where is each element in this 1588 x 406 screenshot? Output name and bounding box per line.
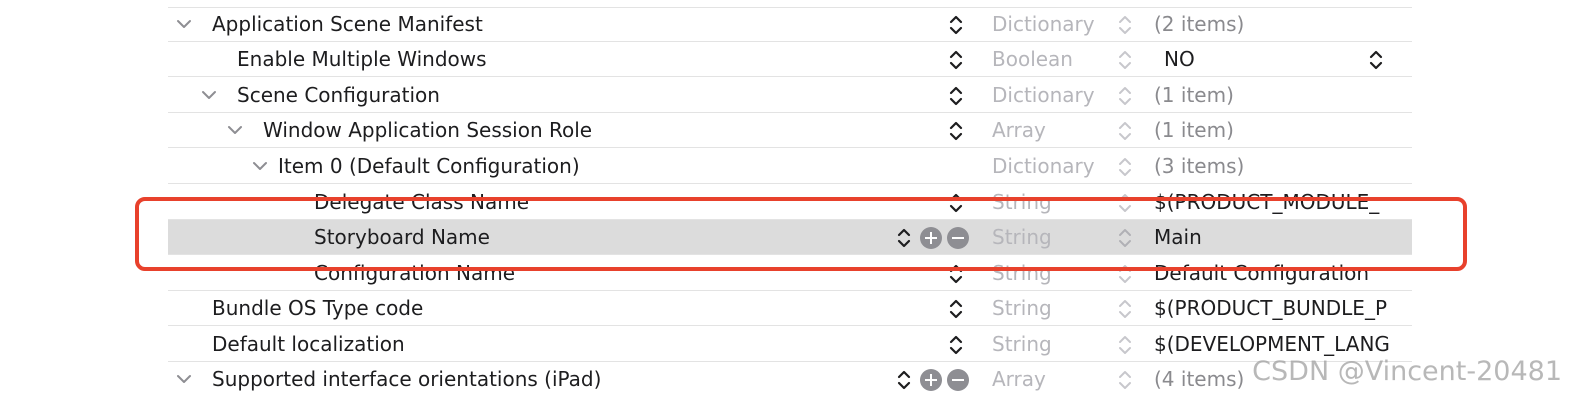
up-down-stepper-icon[interactable] (949, 192, 963, 214)
table-row-window-application-session-role[interactable]: Window Application Session Role Array (1… (168, 113, 1412, 148)
minus-circle-icon[interactable] (947, 369, 969, 391)
up-down-stepper-icon[interactable] (949, 120, 963, 142)
type-stepper-icon[interactable] (1118, 227, 1132, 249)
chevron-down-icon[interactable] (175, 15, 193, 33)
row-key[interactable]: Bundle OS Type code (212, 291, 423, 326)
type-stepper-icon[interactable] (1118, 14, 1132, 36)
up-down-stepper-icon[interactable] (897, 369, 911, 391)
up-down-stepper-icon[interactable] (897, 227, 911, 249)
type-stepper-icon[interactable] (1118, 263, 1132, 285)
row-type: String (992, 332, 1052, 356)
row-key[interactable]: Default localization (212, 327, 405, 362)
row-value[interactable]: $(PRODUCT_MODULE_ (1154, 185, 1402, 220)
type-stepper-icon[interactable] (1118, 49, 1132, 71)
type-stepper-icon[interactable] (1118, 334, 1132, 356)
up-down-stepper-icon[interactable] (1369, 49, 1383, 71)
row-type: Dictionary (992, 12, 1095, 36)
plist-editor: Application Scene Manifest Dictionary (2… (0, 0, 1588, 406)
type-stepper-icon[interactable] (1118, 156, 1132, 178)
row-type: Array (992, 367, 1046, 391)
row-type: String (992, 190, 1052, 214)
row-value[interactable]: Main (1154, 220, 1402, 255)
table-row-item-0[interactable]: Item 0 (Default Configuration) Dictionar… (168, 149, 1412, 184)
type-stepper-icon[interactable] (1118, 369, 1132, 391)
property-list-table: Application Scene Manifest Dictionary (2… (168, 0, 1412, 406)
row-key[interactable]: Scene Configuration (237, 78, 440, 113)
plus-circle-icon[interactable] (920, 369, 942, 391)
row-type: Array (992, 118, 1046, 142)
table-row-enable-multiple-windows[interactable]: Enable Multiple Windows Boolean NO (168, 42, 1412, 77)
up-down-stepper-icon[interactable] (949, 263, 963, 285)
row-key[interactable]: Application Scene Manifest (212, 7, 483, 42)
type-stepper-icon[interactable] (1118, 192, 1132, 214)
type-stepper-icon[interactable] (1118, 298, 1132, 320)
chevron-down-icon[interactable] (226, 121, 244, 139)
up-down-stepper-icon[interactable] (949, 14, 963, 36)
row-type: String (992, 296, 1052, 320)
table-row-bundle-os-type-code[interactable]: Bundle OS Type code String $(PRODUCT_BUN… (168, 291, 1412, 326)
row-value: (1 item) (1154, 118, 1234, 142)
row-value: (3 items) (1154, 154, 1245, 178)
row-key[interactable]: Supported interface orientations (iPad) (212, 362, 601, 397)
row-key[interactable]: Storyboard Name (314, 220, 490, 255)
minus-circle-icon[interactable] (947, 227, 969, 249)
up-down-stepper-icon[interactable] (949, 334, 963, 356)
row-key[interactable]: Window Application Session Role (263, 113, 592, 148)
chevron-down-icon[interactable] (200, 86, 218, 104)
row-type: Boolean (992, 47, 1073, 71)
table-row-storyboard-name[interactable]: Storyboard Name String Main (168, 220, 1412, 255)
plus-circle-icon[interactable] (920, 227, 942, 249)
row-type: Dictionary (992, 83, 1095, 107)
type-stepper-icon[interactable] (1118, 120, 1132, 142)
row-key[interactable]: Delegate Class Name (314, 185, 529, 220)
row-value: (1 item) (1154, 83, 1234, 107)
table-row-application-scene-manifest[interactable]: Application Scene Manifest Dictionary (2… (168, 7, 1412, 42)
row-type: String (992, 261, 1052, 285)
row-type: String (992, 225, 1052, 249)
table-row-default-localization[interactable]: Default localization String $(DEVELOPMEN… (168, 327, 1412, 362)
table-row-scene-configuration[interactable]: Scene Configuration Dictionary (1 item) (168, 78, 1412, 113)
row-value: (2 items) (1154, 12, 1245, 36)
up-down-stepper-icon[interactable] (949, 49, 963, 71)
type-stepper-icon[interactable] (1118, 85, 1132, 107)
chevron-down-icon[interactable] (175, 370, 193, 388)
table-row-supported-interface-orientations-ipad[interactable]: Supported interface orientations (iPad) … (168, 362, 1412, 397)
row-key[interactable]: Configuration Name (314, 256, 515, 291)
up-down-stepper-icon[interactable] (949, 85, 963, 107)
row-value[interactable]: Default Configuration (1154, 256, 1402, 291)
row-type: Dictionary (992, 154, 1095, 178)
watermark-text: CSDN @Vincent-20481 (1252, 356, 1562, 387)
up-down-stepper-icon[interactable] (949, 298, 963, 320)
row-key[interactable]: Item 0 (Default Configuration) (278, 149, 580, 184)
table-row-configuration-name[interactable]: Configuration Name String Default Config… (168, 256, 1412, 291)
row-value[interactable]: $(PRODUCT_BUNDLE_P (1154, 291, 1402, 326)
row-key[interactable]: Enable Multiple Windows (237, 42, 487, 77)
chevron-down-icon[interactable] (251, 157, 269, 175)
table-row-delegate-class-name[interactable]: Delegate Class Name String $(PRODUCT_MOD… (168, 185, 1412, 220)
